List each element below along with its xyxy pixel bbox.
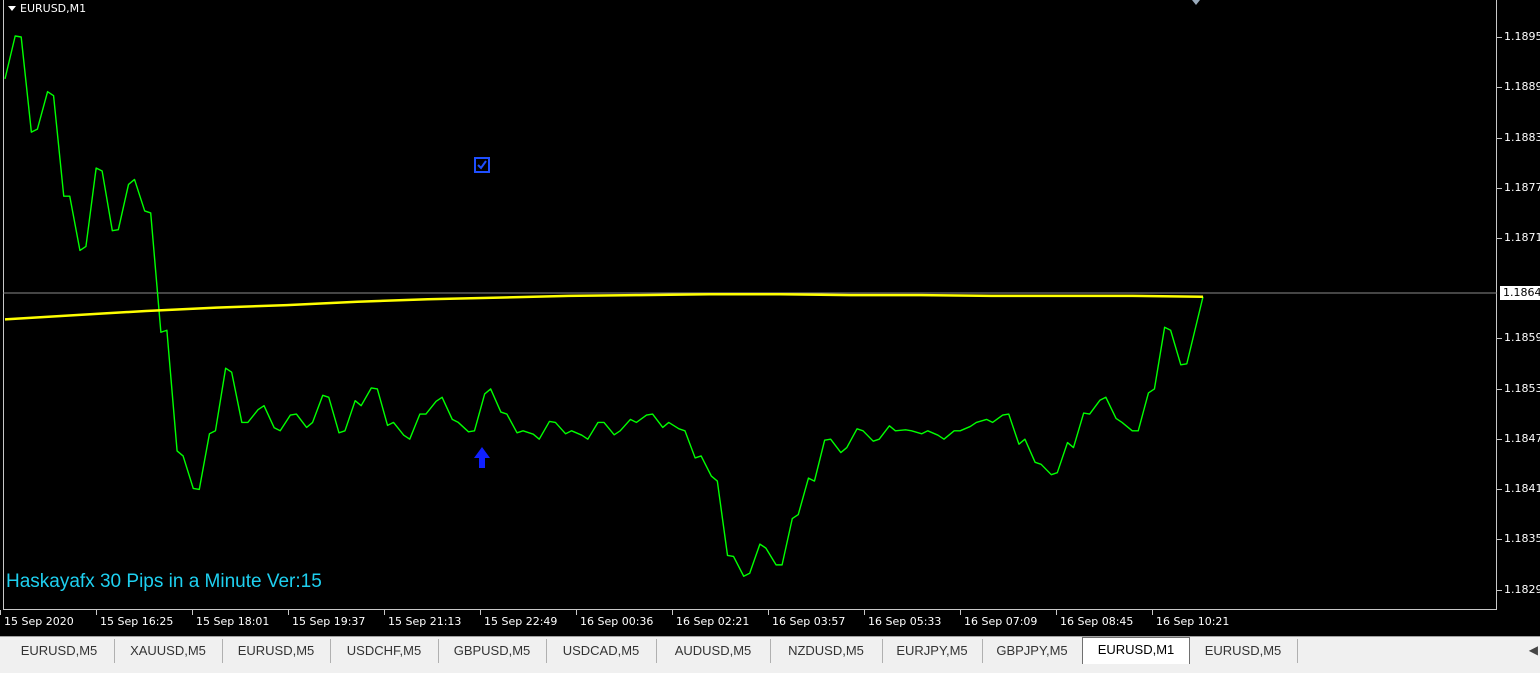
price-tick: 1.1889 (1497, 80, 1540, 93)
price-tick: 1.1871 (1497, 231, 1540, 244)
time-tick: 16 Sep 00:36 (575, 610, 654, 628)
price-tick: 1.1847 (1497, 432, 1540, 445)
chart-tab[interactable]: AUDUSD,M5 (656, 639, 771, 663)
chart-tab[interactable]: USDCHF,M5 (330, 639, 439, 663)
moving-average-line (4, 292, 1204, 321)
chart-tab[interactable]: USDCAD,M5 (546, 639, 657, 663)
tab-scroll-left-icon[interactable]: ◀ (1529, 643, 1538, 657)
shift-marker-icon (1192, 0, 1200, 5)
price-chart (3, 0, 1497, 577)
chart-tab[interactable]: GBPUSD,M5 (438, 639, 547, 663)
time-tick: 15 Sep 2020 (0, 610, 74, 628)
price-tick: 1.1841 (1497, 482, 1540, 495)
time-tick: 16 Sep 07:09 (959, 610, 1038, 628)
price-tick: 1.1835 (1497, 532, 1540, 545)
price-series-line (4, 35, 1204, 577)
price-tick: 1.1829 (1497, 583, 1540, 596)
price-tick: 1.1853 (1497, 382, 1540, 395)
time-tick: 16 Sep 02:21 (671, 610, 750, 628)
current-price-label: 1.1864 (1500, 286, 1540, 300)
time-tick: 16 Sep 10:21 (1151, 610, 1230, 628)
check-mark-icon (477, 160, 487, 170)
price-tick: 1.1859 (1497, 331, 1540, 344)
buy-arrow-icon (474, 447, 490, 468)
chart-tab[interactable]: EURJPY,M5 (882, 639, 983, 663)
chart-tab-bar: EURUSD,M5 XAUUSD,M5 EURUSD,M5 USDCHF,M5 … (0, 636, 1540, 673)
chart-tab-active[interactable]: EURUSD,M1 (1082, 637, 1190, 664)
time-tick: 15 Sep 21:13 (383, 610, 462, 628)
time-tick: 15 Sep 16:25 (95, 610, 174, 628)
chart-tab[interactable]: NZDUSD,M5 (770, 639, 883, 663)
time-tick: 16 Sep 08:45 (1055, 610, 1134, 628)
chart-tab[interactable]: EURUSD,M5 (222, 639, 331, 663)
chart-tab[interactable]: EURUSD,M5 (1189, 639, 1298, 663)
price-tick: 1.1877 (1497, 181, 1540, 194)
time-tick: 15 Sep 19:37 (287, 610, 366, 628)
price-tick: 1.1883 (1497, 131, 1540, 144)
time-tick: 15 Sep 22:49 (479, 610, 558, 628)
time-tick: 16 Sep 05:33 (863, 610, 942, 628)
time-tick: 15 Sep 18:01 (191, 610, 270, 628)
indicator-title: Haskayafx 30 Pips in a Minute Ver:15 (6, 571, 322, 592)
chart-window[interactable]: EURUSD,M1 1.1895 1.1889 1.1883 1.1877 1.… (0, 0, 1540, 634)
chart-tab[interactable]: XAUUSD,M5 (114, 639, 223, 663)
time-tick: 16 Sep 03:57 (767, 610, 846, 628)
chart-tab[interactable]: GBPJPY,M5 (982, 639, 1083, 663)
price-tick: 1.1895 (1497, 30, 1540, 43)
chart-tab[interactable]: EURUSD,M5 (4, 639, 115, 663)
